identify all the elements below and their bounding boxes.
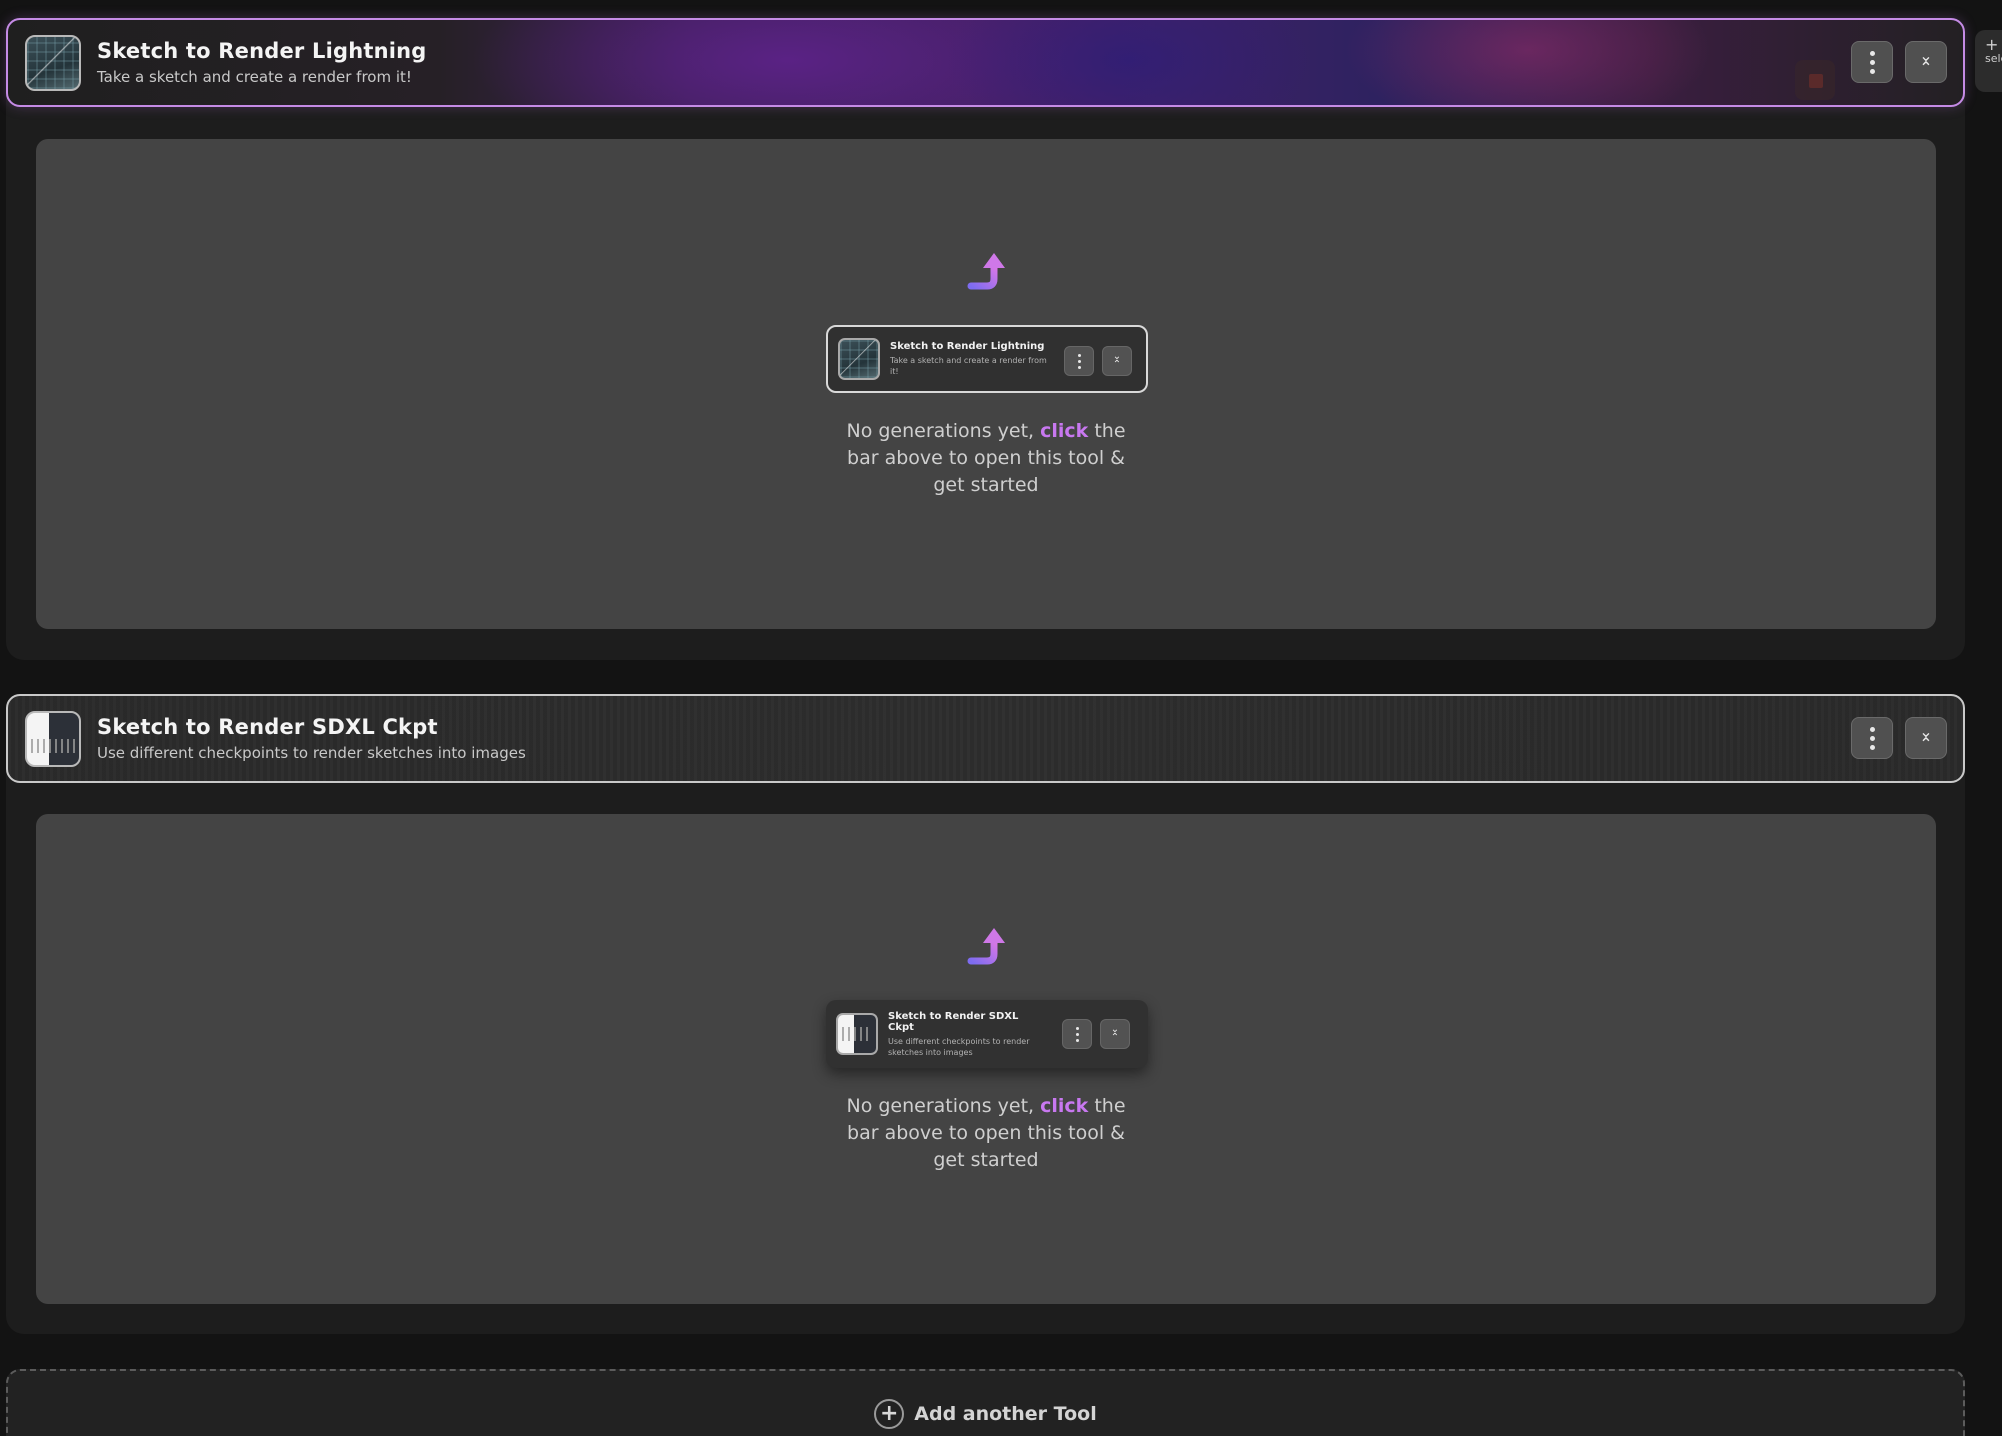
mini-collapse-button: ⌄ ⌃ (1100, 1019, 1130, 1049)
tool-subtitle: Take a sketch and create a render from i… (97, 68, 412, 86)
tool-subtitle: Use different checkpoints to render sket… (97, 744, 526, 762)
more-vertical-icon (1075, 1026, 1079, 1042)
more-options-button[interactable] (1851, 717, 1893, 759)
mini-collapse-button: ⌄ ⌃ (1102, 346, 1132, 376)
more-vertical-icon (1077, 353, 1081, 369)
empty-state-panel: Sketch to Render Lightning Take a sketch… (36, 139, 1936, 629)
tool-section-lightning: Sketch to Render Lightning Take a sketch… (6, 18, 1965, 660)
collapse-button[interactable]: ⌄ ⌃ (1905, 41, 1947, 83)
empty-state-message: No generations yet, click the bar above … (836, 1093, 1136, 1174)
empty-msg-highlight: click (1040, 1095, 1089, 1117)
page: Sketch to Render Lightning Take a sketch… (0, 0, 2002, 1436)
plus-icon: + (1985, 35, 1999, 54)
tool-header-text: Sketch to Render Lightning Take a sketch… (97, 39, 427, 86)
collapse-button[interactable]: ⌄ ⌃ (1905, 717, 1947, 759)
tool-thumbnail-icon (25, 710, 81, 767)
collapse-expand-icon: ⌄ ⌃ (1919, 722, 1933, 753)
empty-state-message: No generations yet, click the bar above … (836, 418, 1136, 499)
curved-arrow-up-icon (967, 928, 1005, 965)
tool-title: Sketch to Render SDXL Ckpt (97, 715, 438, 739)
mini-thumbnail-icon (836, 1013, 878, 1055)
empty-msg-text: No generations yet, (846, 420, 1041, 442)
side-chip-label: sele (1985, 52, 2002, 65)
more-options-button[interactable] (1851, 41, 1893, 83)
collapse-expand-icon: ⌄ ⌃ (1919, 46, 1933, 77)
tool-thumbnail-icon (25, 34, 81, 91)
empty-state-panel: Sketch to Render SDXL Ckpt Use different… (36, 814, 1936, 1304)
add-tool-inner: + Add another Tool (874, 1399, 1097, 1429)
collapse-expand-icon: ⌄ ⌃ (1112, 351, 1122, 370)
tool-header-bar[interactable]: Sketch to Render SDXL Ckpt Use different… (6, 694, 1965, 783)
more-vertical-icon (1869, 50, 1875, 74)
mini-thumbnail-icon (838, 338, 880, 380)
mini-text: Sketch to Render SDXL Ckpt Use different… (888, 1011, 1046, 1058)
tool-title: Sketch to Render Lightning (97, 39, 427, 63)
mini-subtitle: Take a sketch and create a render from i… (890, 356, 1047, 376)
mini-more-button (1062, 1019, 1092, 1049)
empty-msg-text: No generations yet, (846, 1095, 1041, 1117)
empty-msg-highlight: click (1040, 420, 1089, 442)
collapse-expand-icon: ⌄ ⌃ (1110, 1024, 1120, 1043)
mini-text: Sketch to Render Lightning Take a sketch… (890, 341, 1048, 377)
more-vertical-icon (1869, 726, 1875, 750)
side-panel-chip[interactable]: + sele (1975, 30, 2002, 92)
add-tool-button[interactable]: + Add another Tool (6, 1369, 1965, 1436)
mini-title: Sketch to Render Lightning (890, 341, 1045, 352)
curved-arrow-up-icon (967, 253, 1005, 290)
tool-section-sdxl: Sketch to Render SDXL Ckpt Use different… (6, 694, 1965, 1334)
mini-title: Sketch to Render SDXL Ckpt (888, 1010, 1019, 1033)
mini-tool-card: Sketch to Render Lightning Take a sketch… (826, 325, 1148, 393)
mini-tool-card: Sketch to Render SDXL Ckpt Use different… (826, 1000, 1148, 1068)
plus-circle-icon: + (874, 1399, 905, 1429)
mini-subtitle: Use different checkpoints to render sket… (888, 1036, 1030, 1057)
add-tool-label: Add another Tool (914, 1403, 1097, 1425)
tool-header-text: Sketch to Render SDXL Ckpt Use different… (97, 715, 526, 762)
mini-more-button (1064, 346, 1094, 376)
status-indicator-icon (1795, 60, 1835, 100)
tool-header-bar[interactable]: Sketch to Render Lightning Take a sketch… (6, 18, 1965, 107)
